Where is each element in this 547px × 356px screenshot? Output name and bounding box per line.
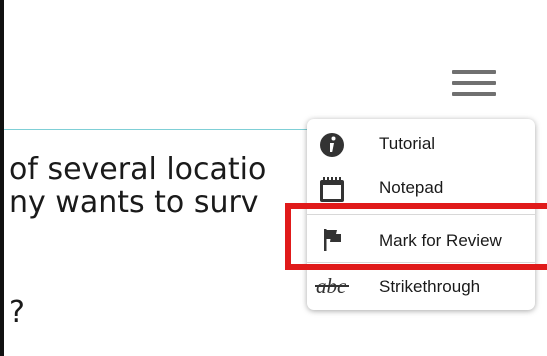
- header-divider: [4, 129, 314, 130]
- question-text-line-3: ?: [9, 295, 25, 330]
- info-icon: [320, 133, 344, 157]
- hamburger-bar: [452, 70, 496, 74]
- hamburger-bar: [452, 81, 496, 85]
- question-text-line-1: of several locatio: [9, 152, 267, 187]
- menu-item-label: Tutorial: [379, 134, 436, 153]
- hamburger-bar: [452, 92, 496, 96]
- highlight-annotation: [285, 203, 547, 270]
- hamburger-menu-icon[interactable]: [452, 68, 496, 98]
- question-text-line-2: ny wants to surv: [9, 185, 259, 220]
- left-border: [0, 0, 4, 356]
- menu-item-label: Strikethrough: [379, 277, 481, 296]
- menu-item-tutorial[interactable]: Tutorial: [307, 119, 535, 166]
- strikethrough-icon: abc: [315, 274, 349, 298]
- notepad-icon: [320, 177, 344, 202]
- menu-item-label: Notepad: [379, 178, 444, 197]
